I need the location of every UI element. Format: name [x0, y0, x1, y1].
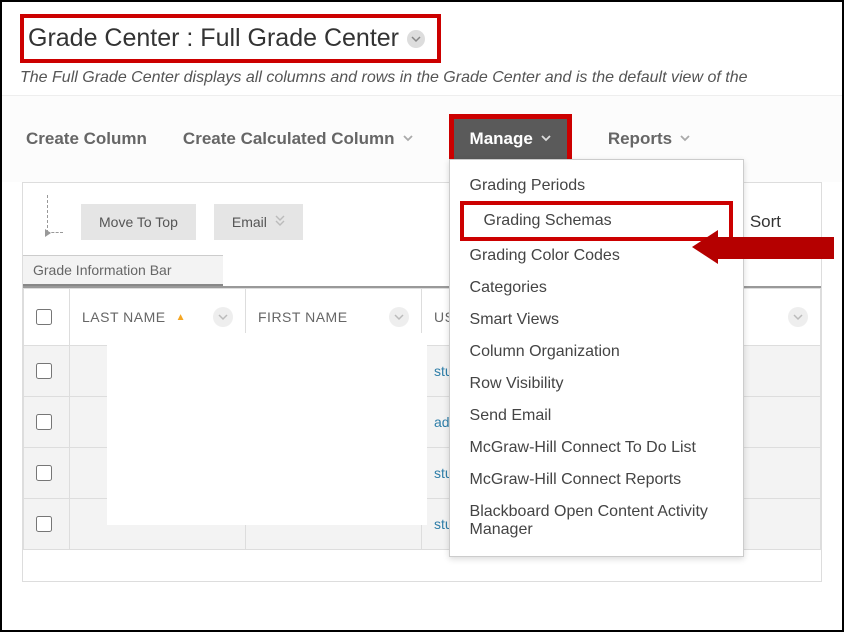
create-column-label: Create Column [26, 129, 147, 149]
move-to-top-button[interactable]: Move To Top [81, 204, 196, 240]
redaction-overlay [107, 333, 427, 525]
menu-row-visibility[interactable]: Row Visibility [450, 368, 743, 400]
arrow-shaft [714, 237, 834, 259]
menu-mcgraw-todo[interactable]: McGraw-Hill Connect To Do List [450, 432, 743, 464]
email-label: Email [232, 214, 267, 230]
manage-button-highlight: Manage Grading Periods Grading Schemas G… [449, 114, 572, 164]
menu-column-organization[interactable]: Column Organization [450, 336, 743, 368]
double-chevron-down-icon [275, 215, 285, 230]
menu-blackboard-open-content[interactable]: Blackboard Open Content Activity Manager [450, 496, 743, 546]
title-context-icon[interactable] [407, 30, 425, 48]
toolbar: Create Column Create Calculated Column M… [2, 95, 842, 182]
menu-mcgraw-reports[interactable]: McGraw-Hill Connect Reports [450, 464, 743, 496]
create-calculated-label: Create Calculated Column [183, 129, 395, 149]
page-title: Grade Center : Full Grade Center [28, 24, 399, 53]
row-checkbox[interactable] [36, 465, 52, 481]
select-all-checkbox[interactable] [36, 309, 52, 325]
column-menu-icon[interactable] [389, 307, 409, 327]
chevron-down-icon [680, 132, 690, 146]
reports-label: Reports [608, 129, 672, 149]
page-subtitle: The Full Grade Center displays all colum… [20, 69, 824, 87]
row-checkbox[interactable] [36, 516, 52, 532]
chevron-down-icon [541, 132, 551, 146]
menu-send-email[interactable]: Send Email [450, 400, 743, 432]
select-all-header [24, 289, 70, 346]
create-calculated-button[interactable]: Create Calculated Column [183, 129, 413, 149]
menu-smart-views[interactable]: Smart Views [450, 304, 743, 336]
column-menu-icon[interactable] [788, 307, 808, 327]
chevron-down-icon [403, 132, 413, 146]
create-column-button[interactable]: Create Column [26, 129, 147, 149]
manage-button[interactable]: Manage [470, 129, 551, 149]
reports-button[interactable]: Reports [608, 129, 690, 149]
menu-grading-periods[interactable]: Grading Periods [450, 170, 743, 202]
last-name-label: LAST NAME [82, 309, 166, 325]
manage-dropdown: Grading Periods Grading Schemas Grading … [449, 159, 744, 557]
column-menu-icon[interactable] [213, 307, 233, 327]
sort-ascending-icon: ▲ [176, 312, 186, 323]
row-checkbox[interactable] [36, 363, 52, 379]
manage-label: Manage [470, 129, 533, 149]
selection-bracket-icon [47, 195, 63, 233]
move-to-top-label: Move To Top [99, 214, 178, 230]
sort-label[interactable]: Sort [750, 212, 811, 232]
email-button[interactable]: Email [214, 204, 303, 240]
first-name-label: FIRST NAME [258, 309, 348, 325]
page-title-highlight: Grade Center : Full Grade Center [20, 14, 441, 63]
menu-categories[interactable]: Categories [450, 272, 743, 304]
row-checkbox[interactable] [36, 414, 52, 430]
grade-information-bar: Grade Information Bar [23, 255, 223, 286]
